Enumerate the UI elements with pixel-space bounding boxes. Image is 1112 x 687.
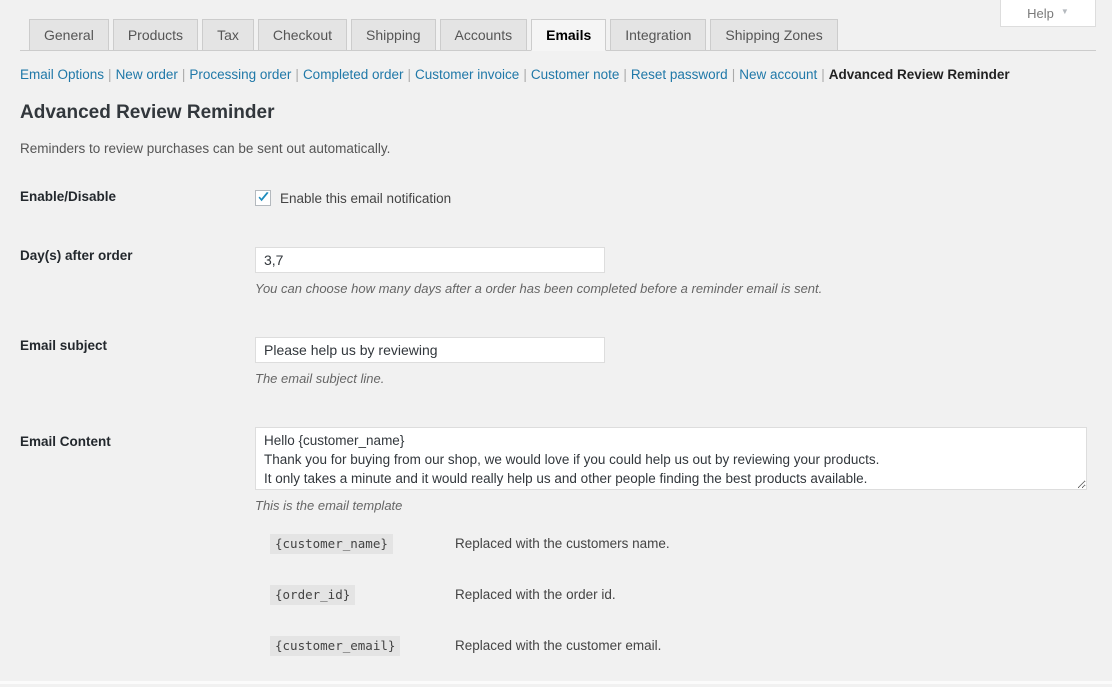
subnav-item-processing-order[interactable]: Processing order <box>189 67 291 82</box>
token-row: {order_id} Replaced with the order id. <box>270 585 1092 636</box>
settings-tabs: GeneralProductsTaxCheckoutShippingAccoun… <box>20 14 1096 50</box>
subnav-separator: | <box>817 67 829 82</box>
token-key-cell: {customer_email} <box>270 636 455 656</box>
tab-products[interactable]: Products <box>113 19 198 50</box>
page-description: Reminders to review purchases can be sen… <box>20 140 390 158</box>
days-after-order-input[interactable] <box>255 247 605 273</box>
email-subnav: Email Options|New order|Processing order… <box>20 65 1096 85</box>
subnav-separator: | <box>178 67 190 82</box>
token-code: {customer_name} <box>270 534 393 554</box>
token-description: Replaced with the customers name. <box>455 534 670 554</box>
tab-checkout[interactable]: Checkout <box>258 19 347 50</box>
tab-shipping-zones[interactable]: Shipping Zones <box>710 19 837 50</box>
subnav-item-advanced-review-reminder: Advanced Review Reminder <box>829 67 1010 82</box>
row-email-subject: Email subject The email subject line. <box>0 337 1112 427</box>
email-content-textarea[interactable]: Hello {customer_name} Thank you for buyi… <box>255 427 1087 490</box>
row-email-content: Email Content Hello {customer_name} Than… <box>0 427 1112 687</box>
subnav-item-customer-invoice[interactable]: Customer invoice <box>415 67 519 82</box>
field-days-after-order: You can choose how many days after a ord… <box>255 247 1112 297</box>
enable-email-notification-label: Enable this email notification <box>280 191 451 206</box>
subnav-separator: | <box>519 67 531 82</box>
tab-accounts[interactable]: Accounts <box>440 19 528 50</box>
token-code: {customer_email} <box>270 636 400 656</box>
subnav-separator: | <box>728 67 740 82</box>
field-enable-disable: Enable this email notification <box>255 188 1112 208</box>
token-code: {order_id} <box>270 585 355 605</box>
email-subject-description: The email subject line. <box>255 370 1092 387</box>
tab-shipping[interactable]: Shipping <box>351 19 436 50</box>
token-key-cell: {order_id} <box>270 585 455 605</box>
subnav-item-customer-note[interactable]: Customer note <box>531 67 620 82</box>
row-enable-disable: Enable/Disable Enable this email notific… <box>0 188 1112 247</box>
row-days-after-order: Day(s) after order You can choose how ma… <box>0 247 1112 337</box>
subnav-separator: | <box>291 67 303 82</box>
label-days-after-order: Day(s) after order <box>20 247 235 265</box>
settings-tab-bar: GeneralProductsTaxCheckoutShippingAccoun… <box>20 14 1096 51</box>
token-description: Replaced with the order id. <box>455 585 616 605</box>
enable-email-notification-checkbox-row[interactable]: Enable this email notification <box>255 188 1092 208</box>
subnav-separator: | <box>104 67 116 82</box>
subnav-item-email-options[interactable]: Email Options <box>20 67 104 82</box>
tab-integration[interactable]: Integration <box>610 19 706 50</box>
tab-emails[interactable]: Emails <box>531 19 606 51</box>
email-content-description: This is the email template <box>255 497 1092 514</box>
token-description: Replaced with the customer email. <box>455 636 661 656</box>
enable-email-notification-checkbox[interactable] <box>255 190 271 206</box>
subnav-item-reset-password[interactable]: Reset password <box>631 67 728 82</box>
label-email-subject: Email subject <box>20 337 235 355</box>
token-row: {customer_email} Replaced with the custom… <box>270 636 1092 687</box>
field-email-content: Hello {customer_name} Thank you for buyi… <box>255 427 1112 687</box>
subnav-item-completed-order[interactable]: Completed order <box>303 67 404 82</box>
subnav-separator: | <box>619 67 631 82</box>
label-enable-disable: Enable/Disable <box>20 188 235 206</box>
settings-form: Enable/Disable Enable this email notific… <box>0 188 1112 687</box>
label-email-content: Email Content <box>20 433 235 451</box>
token-key-cell: {customer_name} <box>270 534 455 554</box>
token-row: {customer_name} Replaced with the custome… <box>270 534 1092 585</box>
placeholder-token-list: {customer_name} Replaced with the custome… <box>270 534 1092 687</box>
subnav-item-new-order[interactable]: New order <box>116 67 178 82</box>
tab-tax[interactable]: Tax <box>202 19 254 50</box>
days-after-order-description: You can choose how many days after a ord… <box>255 280 1092 297</box>
field-email-subject: The email subject line. <box>255 337 1112 387</box>
subnav-separator: | <box>404 67 416 82</box>
email-subject-input[interactable] <box>255 337 605 363</box>
tab-general[interactable]: General <box>29 19 109 50</box>
page-title: Advanced Review Reminder <box>20 101 274 125</box>
subnav-item-new-account[interactable]: New account <box>739 67 817 82</box>
checkmark-icon <box>255 189 273 207</box>
